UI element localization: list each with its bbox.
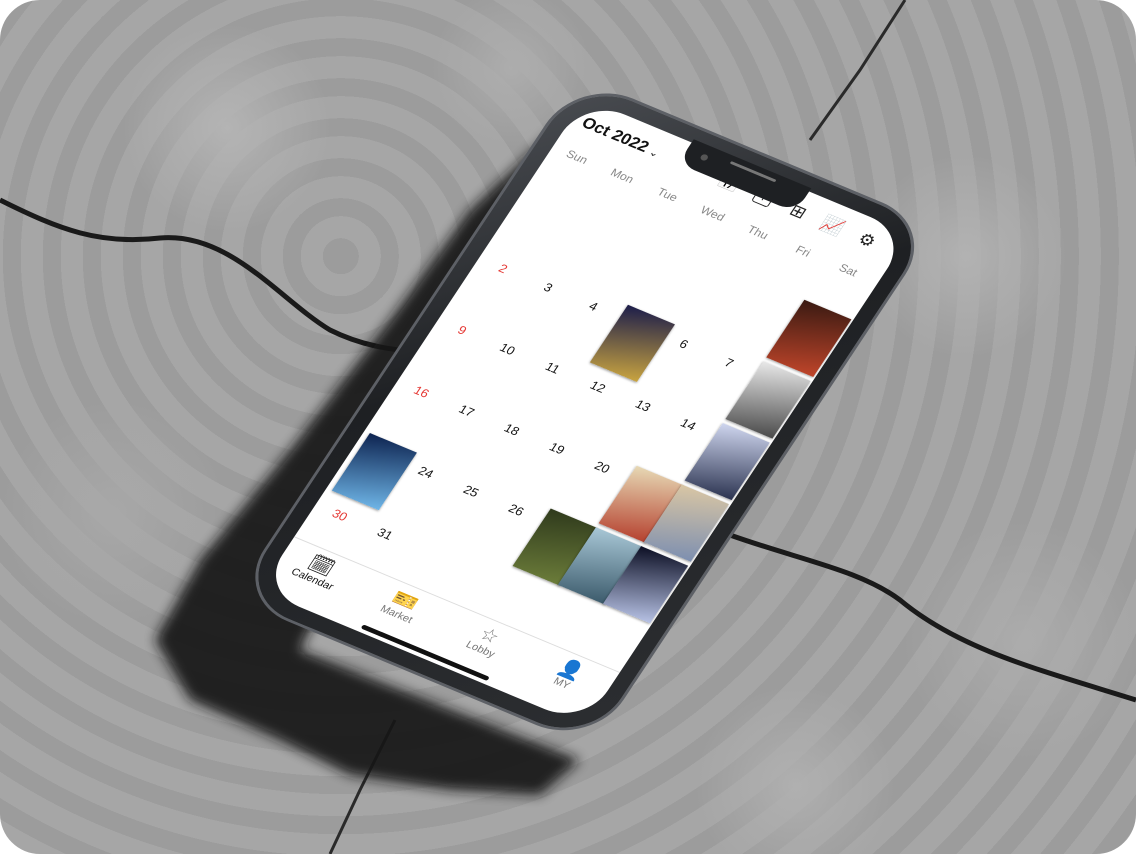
chart-icon[interactable]: 📈 bbox=[813, 209, 853, 242]
weekday-tue: Tue bbox=[654, 185, 681, 205]
tab-my[interactable]: 👤 MY bbox=[522, 646, 612, 703]
pavement-crack bbox=[729, 532, 1136, 703]
photo-background: Oct 2022⌄ 📅 + ⊞ 📈 ⚙ SunMonTueWedThuFriSa… bbox=[0, 0, 1136, 854]
weekday-wed: Wed bbox=[697, 203, 728, 224]
day-number: 4 bbox=[586, 298, 601, 314]
weekday-thu: Thu bbox=[744, 222, 771, 242]
day-number: 7 bbox=[721, 355, 737, 371]
tab-lobby[interactable]: ☆ Lobby bbox=[441, 612, 531, 669]
pavement-crack bbox=[808, 0, 907, 141]
day-number: 3 bbox=[541, 280, 556, 295]
pavement-crack bbox=[0, 197, 421, 355]
person-icon: 👤 bbox=[553, 656, 588, 684]
day-number: 6 bbox=[676, 336, 692, 352]
chevron-down-icon: ⌄ bbox=[646, 146, 662, 160]
gear-icon[interactable]: ⚙ bbox=[847, 224, 887, 257]
weekday-sat: Sat bbox=[836, 261, 861, 280]
weekday-mon: Mon bbox=[608, 165, 637, 186]
weekday-fri: Fri bbox=[793, 242, 814, 260]
camera bbox=[699, 153, 710, 162]
day-number: 2 bbox=[495, 261, 511, 276]
weekday-sun: Sun bbox=[563, 147, 591, 167]
tab-market[interactable]: 🎫 Market bbox=[357, 577, 447, 634]
